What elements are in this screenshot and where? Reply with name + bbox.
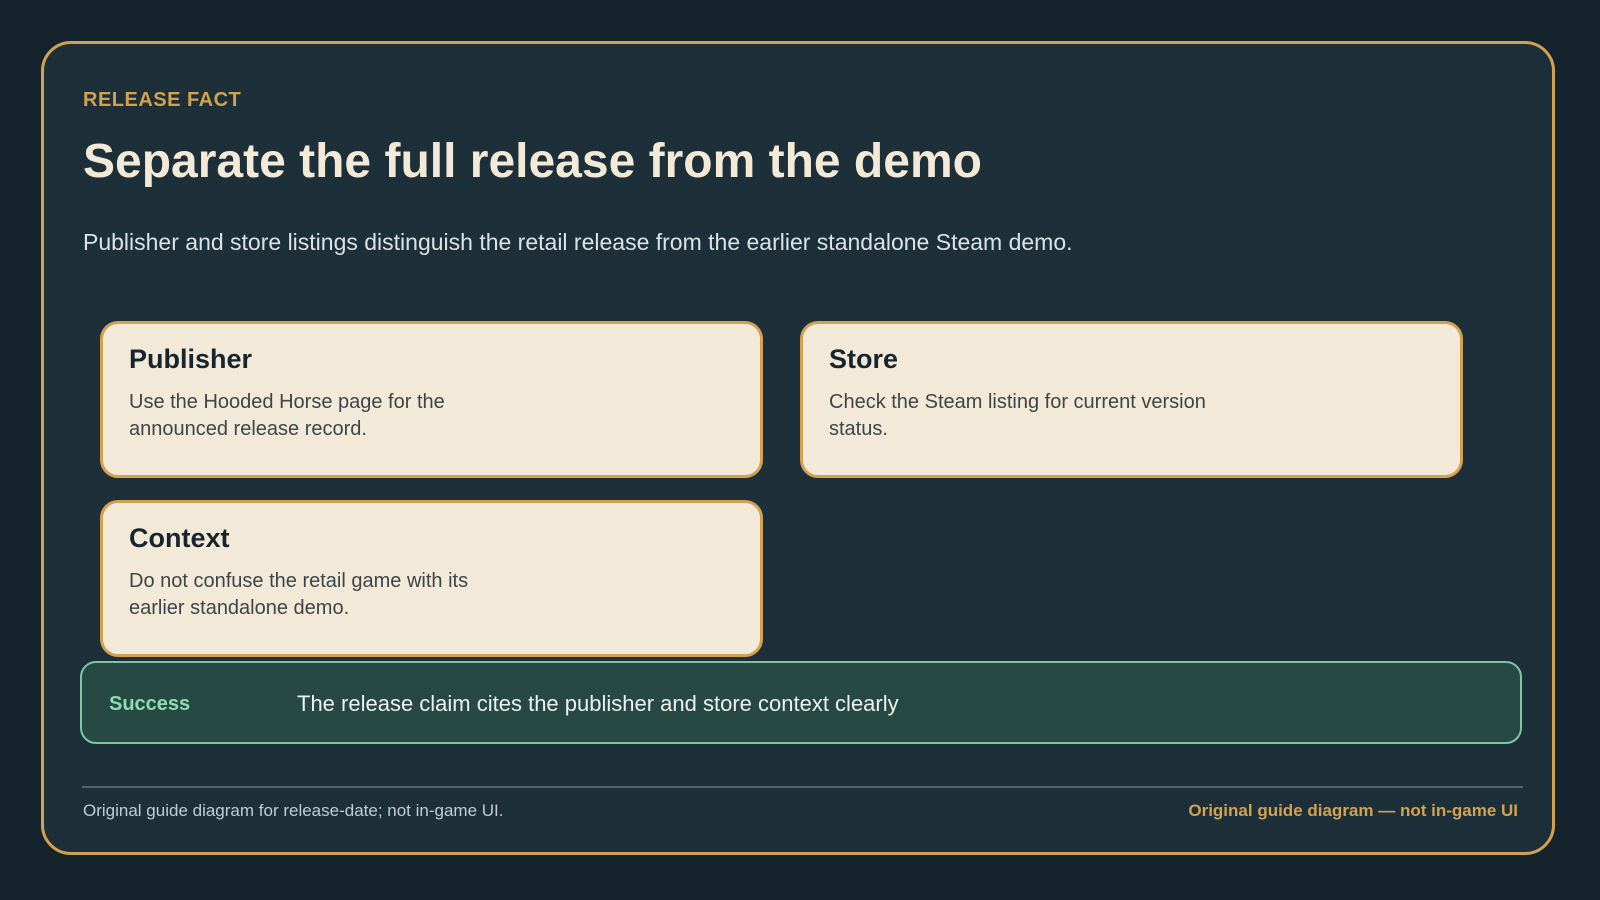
- footer-disclaimer: Original guide diagram — not in-game UI: [1188, 801, 1518, 820]
- context-card: Context Do not confuse the retail game w…: [100, 500, 763, 657]
- footer-note: Original guide diagram for release-date;…: [83, 801, 504, 820]
- context-card-body: Do not confuse the retail game with its …: [129, 570, 469, 619]
- page-title: Separate the full release from the demo: [83, 135, 982, 188]
- eyebrow-label: RELEASE FACT: [83, 89, 242, 111]
- success-label: Success: [109, 693, 191, 715]
- footer-divider: [82, 786, 1523, 788]
- publisher-card: Publisher Use the Hooded Horse page for …: [100, 321, 763, 478]
- publisher-card-title: Publisher: [129, 344, 253, 374]
- publisher-card-body: Use the Hooded Horse page for the announ…: [129, 391, 445, 440]
- store-card: Store Check the Steam listing for curren…: [800, 321, 1463, 478]
- context-card-title: Context: [129, 523, 230, 553]
- guide-panel: RELEASE FACT Separate the full release f…: [41, 41, 1555, 855]
- success-banner: Success The release claim cites the publ…: [80, 661, 1522, 744]
- success-message: The release claim cites the publisher an…: [297, 691, 899, 716]
- page-subtitle: Publisher and store listings distinguish…: [83, 229, 1073, 255]
- store-card-body: Check the Steam listing for current vers…: [829, 391, 1206, 440]
- store-card-title: Store: [829, 344, 899, 374]
